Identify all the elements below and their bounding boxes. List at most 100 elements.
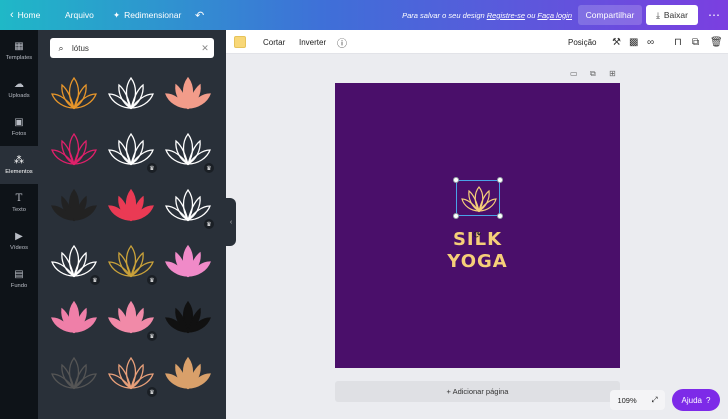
add-page-button[interactable]: + Adicionar página [335, 381, 620, 402]
undo-icon: ↶ [195, 9, 205, 22]
search-box[interactable]: ⌕ lótus ✕ [50, 38, 214, 58]
lotus-result-tile[interactable] [103, 68, 159, 120]
lotus-result-tile[interactable]: ♛ [103, 348, 159, 400]
templates-icon: ▦ [14, 40, 24, 52]
info-icon: ⓘ [337, 38, 347, 50]
duplicate-icon: ⧉ [692, 36, 700, 48]
nav-photos-label: Fotos [11, 130, 27, 137]
nav-photos[interactable]: ▣ Fotos [0, 108, 38, 146]
nav-videos-label: Vídeos [9, 244, 29, 251]
lotus-result-tile[interactable] [160, 236, 216, 288]
crop-button[interactable]: Cortar [263, 30, 285, 54]
resize-handle-tr[interactable] [497, 177, 503, 183]
lotus-result-tile[interactable]: ♛ [160, 180, 216, 232]
transparency-icon: ▩ [629, 36, 639, 48]
copy-style-button[interactable]: ⚒ [612, 30, 621, 54]
share-button[interactable]: Compartilhar [578, 5, 642, 25]
lotus-result-tile[interactable] [160, 68, 216, 120]
resize-handle-br[interactable] [497, 213, 503, 219]
lotus-result-tile[interactable] [46, 348, 102, 400]
fullscreen-icon[interactable]: ⤢ [652, 395, 658, 405]
page-duplicate-icon[interactable]: ⧉ [590, 69, 596, 79]
text-icon: T [15, 192, 23, 204]
lotus-result-tile[interactable] [103, 180, 159, 232]
nav-templates[interactable]: ▦ Templates [0, 32, 38, 70]
duplicate-button[interactable]: ⧉ [692, 30, 699, 54]
search-input[interactable]: lótus [72, 44, 196, 53]
nav-background[interactable]: ▤ Fundo [0, 260, 38, 298]
nav-templates-label: Templates [5, 54, 33, 61]
crown-icon: ♛ [147, 275, 157, 285]
lotus-icon [108, 76, 154, 110]
lotus-result-tile[interactable]: ♛ [103, 292, 159, 344]
info-button[interactable]: ⓘ [337, 30, 347, 54]
lotus-result-tile[interactable] [46, 124, 102, 176]
undo-button[interactable]: ↶ [195, 0, 204, 30]
nav-uploads[interactable]: ☁ Uploads [0, 70, 38, 108]
nav-elements[interactable]: ⁂ Elementos [0, 146, 38, 184]
resize-handle-bl[interactable] [453, 213, 459, 219]
resize-handle-tl[interactable] [453, 177, 459, 183]
nav-text[interactable]: T Texto [0, 184, 38, 222]
brand-name-line2[interactable]: YOGA [335, 251, 620, 272]
crown-icon: ♛ [147, 331, 157, 341]
element-toolbar: Cortar Inverter ⓘ Posição ⚒ ▩ ∞ ⊓ ⧉ 🗑 [226, 30, 728, 54]
lock-button[interactable]: ⊓ [674, 30, 682, 54]
resize-button[interactable]: ✦ Redimensionar [113, 0, 181, 30]
or-text: ou [527, 10, 536, 20]
download-button[interactable]: ⤓ Baixar [646, 5, 698, 25]
nav-videos[interactable]: ▶ Vídeos [0, 222, 38, 260]
search-icon: ⌕ [58, 42, 64, 53]
lotus-result-tile[interactable] [46, 68, 102, 120]
lotus-icon [51, 356, 97, 390]
home-button[interactable]: ‹ Home [10, 0, 40, 30]
lotus-icon [165, 356, 211, 390]
crown-icon: ♛ [90, 275, 100, 285]
side-navigation: ▦ Templates ☁ Uploads ▣ Fotos ⁂ Elemento… [0, 30, 38, 419]
color-swatch-button[interactable] [234, 30, 246, 54]
color-swatch [234, 36, 246, 48]
file-menu[interactable]: Arquivo [65, 0, 94, 30]
position-button[interactable]: Posição [568, 30, 596, 54]
delete-button[interactable]: 🗑 [710, 30, 723, 54]
resize-label: Redimensionar [124, 10, 182, 20]
top-bar: ‹ Home Arquivo ✦ Redimensionar ↶ Para sa… [0, 0, 728, 30]
link-button[interactable]: ∞ [647, 30, 654, 54]
lotus-result-tile[interactable]: ♛ [103, 124, 159, 176]
lotus-result-tile[interactable]: ♛ [46, 236, 102, 288]
video-icon: ▶ [15, 230, 23, 242]
transparency-button[interactable]: ▩ [629, 30, 638, 54]
lotus-result-tile[interactable]: ♛ [160, 124, 216, 176]
position-label: Posição [568, 37, 597, 47]
more-options-button[interactable]: ⋯ [708, 0, 720, 30]
help-button[interactable]: Ajuda ? [672, 389, 720, 411]
rotate-handle-icon[interactable]: ⟳ [473, 230, 481, 241]
clear-search-icon[interactable]: ✕ [196, 43, 214, 54]
trash-icon: 🗑 [710, 36, 723, 48]
zoom-control[interactable]: 109% ⤢ [610, 390, 665, 410]
lotus-icon [165, 76, 211, 110]
design-canvas[interactable]: SILK YOGA ⟳ [335, 83, 620, 368]
home-label: Home [17, 10, 41, 20]
lotus-result-tile[interactable] [46, 292, 102, 344]
share-label: Compartilhar [585, 10, 635, 20]
lotus-result-tile[interactable]: ♛ [103, 236, 159, 288]
page-note-icon[interactable]: ▭ [570, 69, 578, 78]
page-add-icon[interactable]: ⊞ [609, 69, 616, 78]
chevron-left-icon: ‹ [229, 218, 233, 226]
collapse-panel-button[interactable]: ‹ [226, 198, 236, 246]
lotus-result-tile[interactable] [160, 348, 216, 400]
lotus-result-tile[interactable] [46, 180, 102, 232]
flip-button[interactable]: Inverter [299, 30, 326, 54]
elements-icon: ⁂ [14, 154, 24, 166]
crown-icon: ♛ [147, 163, 157, 173]
nav-elements-label: Elementos [5, 168, 33, 175]
signup-link[interactable]: Registre-se [487, 11, 525, 20]
flip-label: Inverter [299, 37, 327, 47]
lotus-icon [51, 300, 97, 334]
selected-lotus-element[interactable] [453, 177, 503, 219]
login-link[interactable]: Faça login [537, 11, 572, 20]
lotus-result-tile[interactable] [160, 292, 216, 344]
elements-panel: ⌕ lótus ✕ ♛ ♛ ♛ ♛ ♛ ♛ ♛ [38, 30, 226, 419]
download-icon: ⤓ [656, 9, 660, 20]
